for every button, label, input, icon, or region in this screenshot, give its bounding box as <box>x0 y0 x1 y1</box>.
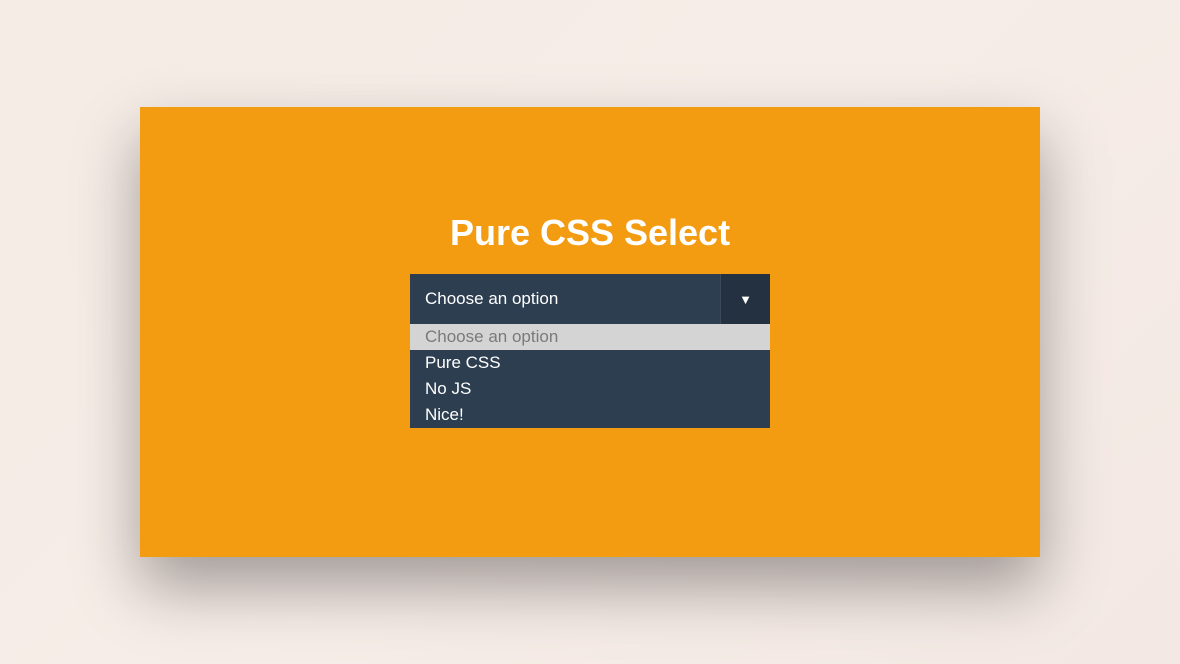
select-option[interactable]: Pure CSS <box>410 350 770 376</box>
chevron-down-icon: ▼ <box>739 292 752 307</box>
select-options-list: Choose an option Pure CSS No JS Nice! <box>410 324 770 428</box>
select-option[interactable]: Choose an option <box>410 324 770 350</box>
demo-card: Pure CSS Select Choose an option ▼ Choos… <box>140 107 1040 557</box>
select-option[interactable]: Nice! <box>410 402 770 428</box>
page-title: Pure CSS Select <box>450 212 730 254</box>
select-dropdown[interactable]: Choose an option ▼ Choose an option Pure… <box>410 274 770 428</box>
select-option[interactable]: No JS <box>410 376 770 402</box>
select-header[interactable]: Choose an option ▼ <box>410 274 770 324</box>
select-current-value: Choose an option <box>410 274 720 324</box>
select-arrow-button[interactable]: ▼ <box>720 274 770 324</box>
